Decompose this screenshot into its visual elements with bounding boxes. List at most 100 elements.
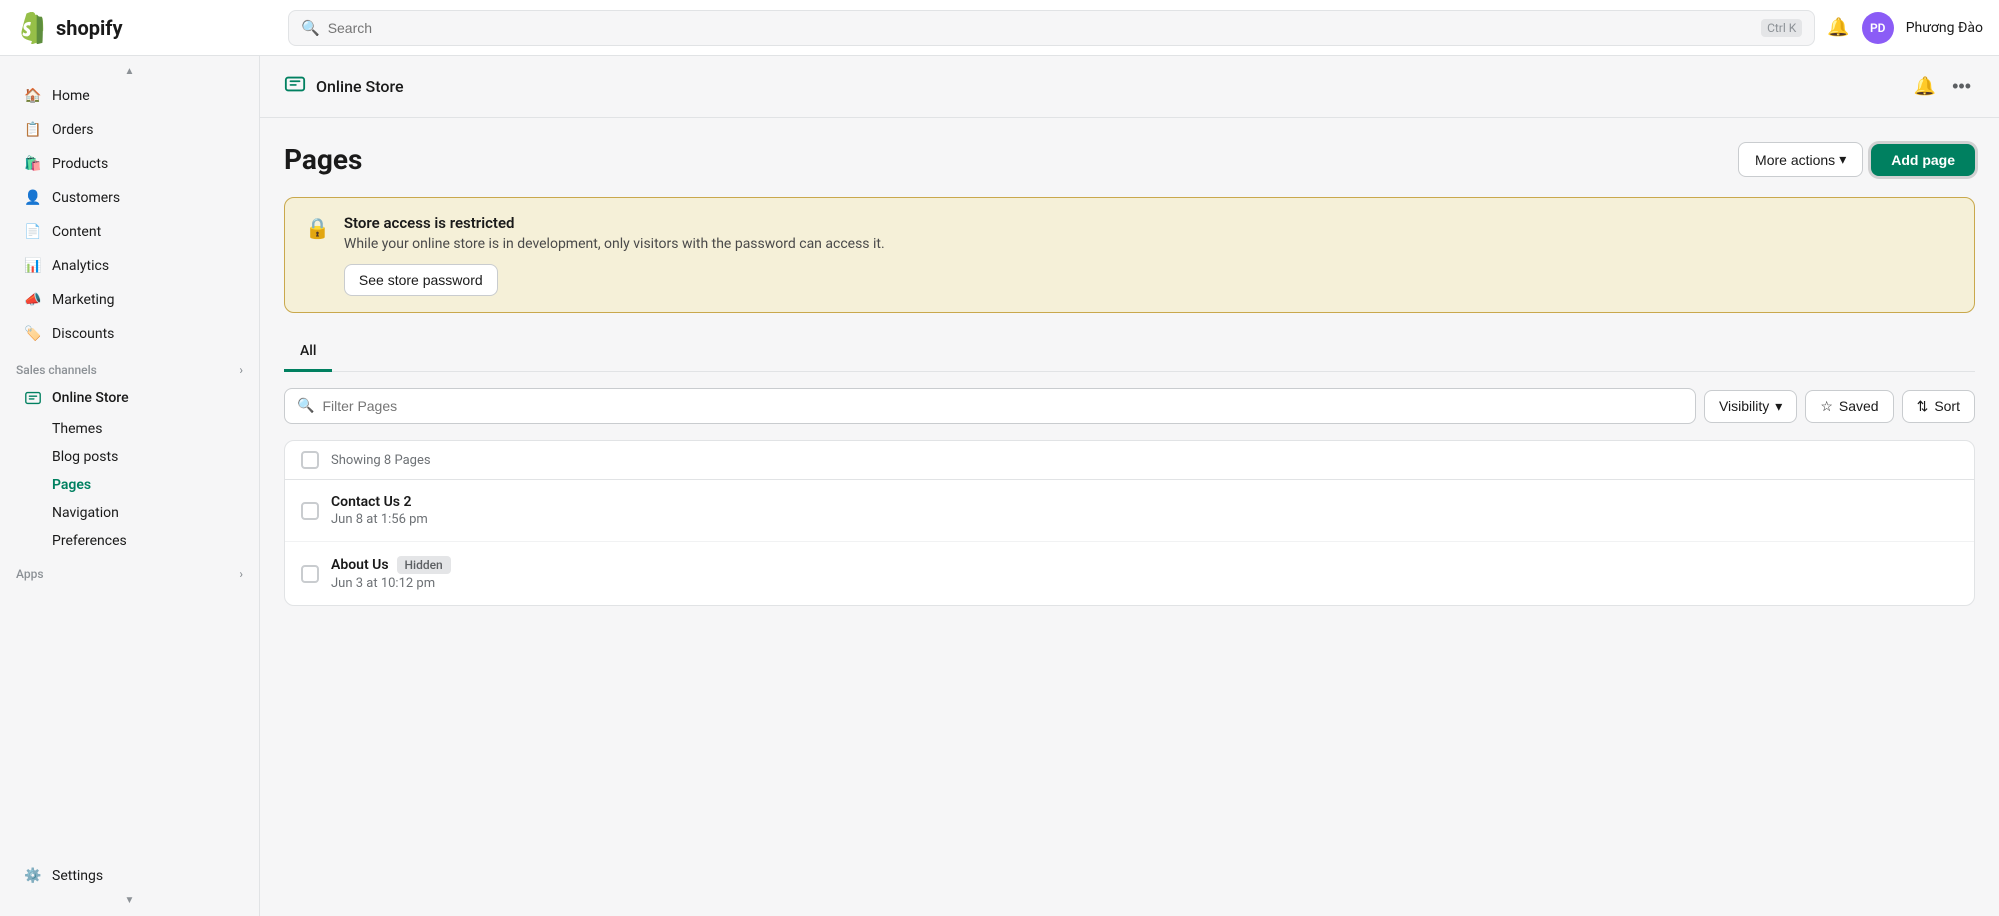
filter-search-icon: 🔍 (297, 398, 314, 414)
header-right: 🔔 PD Phương Đào (1827, 12, 1983, 44)
search-icon: 🔍 (301, 19, 320, 37)
online-store-header-icon (284, 73, 306, 100)
online-store-subheader: Online Store 🔔 ••• (260, 56, 1999, 118)
apps-label: Apps › (0, 555, 259, 585)
sidebar-sub-item-navigation[interactable]: Navigation (8, 499, 251, 527)
apps-chevron-right-icon[interactable]: › (239, 567, 243, 581)
row-content-contact-us-2: Contact Us 2 Jun 8 at 1:56 pm (331, 494, 1958, 527)
search-shortcut: Ctrl K (1761, 19, 1802, 37)
pages-header: Pages More actions ▾ Add page (284, 142, 1975, 177)
hidden-badge: Hidden (397, 556, 451, 574)
chevron-down-icon: ▾ (1839, 151, 1846, 168)
tabs-row: All (284, 333, 1975, 372)
sidebar-item-online-store[interactable]: Online Store (8, 381, 251, 415)
add-page-button[interactable]: Add page (1871, 144, 1975, 176)
sidebar-scroll-up: ▲ (0, 64, 259, 79)
themes-label: Themes (52, 421, 102, 437)
row-content-about-us: About Us Hidden Jun 3 at 10:12 pm (331, 556, 1958, 591)
sidebar-item-discounts[interactable]: 🏷️ Discounts (8, 317, 251, 351)
sidebar-item-marketing[interactable]: 📣 Marketing (8, 283, 251, 317)
online-store-header-title: Online Store (316, 77, 404, 96)
discounts-icon: 🏷️ (24, 325, 42, 343)
filter-pages-input[interactable] (322, 398, 1683, 414)
sidebar-item-home[interactable]: 🏠 Home (8, 79, 251, 113)
user-name: Phương Đào (1906, 20, 1983, 36)
row-checkbox-about-us[interactable] (301, 565, 319, 583)
sidebar-scroll-down: ▼ (0, 893, 259, 908)
sidebar-sub-item-preferences[interactable]: Preferences (8, 527, 251, 555)
content-icon: 📄 (24, 223, 42, 241)
sidebar-item-label: Orders (52, 122, 94, 138)
blog-posts-label: Blog posts (52, 449, 118, 465)
sidebar-item-label: Content (52, 224, 101, 240)
table-row[interactable]: Contact Us 2 Jun 8 at 1:56 pm (285, 480, 1974, 542)
sidebar-item-content[interactable]: 📄 Content (8, 215, 251, 249)
sidebar-item-label: Discounts (52, 326, 114, 342)
sidebar-item-products[interactable]: 🛍️ Products (8, 147, 251, 181)
sort-icon: ⇅ (1917, 398, 1929, 415)
online-store-icon (24, 389, 42, 407)
products-icon: 🛍️ (24, 155, 42, 173)
row-date-contact-us-2: Jun 8 at 1:56 pm (331, 512, 1958, 527)
search-input[interactable] (328, 20, 1753, 36)
see-store-password-button[interactable]: See store password (344, 264, 498, 296)
sort-button[interactable]: ⇅ Sort (1902, 390, 1975, 423)
settings-icon: ⚙️ (24, 867, 42, 885)
bell-icon[interactable]: 🔔 (1827, 17, 1849, 38)
orders-icon: 📋 (24, 121, 42, 139)
more-options-button[interactable]: ••• (1948, 72, 1975, 101)
pages-actions: More actions ▾ Add page (1738, 142, 1975, 177)
chevron-right-icon[interactable]: › (239, 363, 243, 377)
shopify-wordmark: shopify (56, 16, 123, 40)
tab-all[interactable]: All (284, 333, 332, 372)
sidebar-item-label: Settings (52, 868, 103, 884)
alert-text-area: Store access is restricted While your on… (344, 214, 1954, 296)
saved-button[interactable]: ☆ Saved (1805, 390, 1893, 423)
visibility-label: Visibility (1719, 398, 1769, 414)
avatar: PD (1862, 12, 1894, 44)
sidebar-item-label: Home (52, 88, 90, 104)
sidebar-item-orders[interactable]: 📋 Orders (8, 113, 251, 147)
sidebar-item-label: Marketing (52, 292, 115, 308)
page-title: Pages (284, 143, 362, 176)
select-all-checkbox[interactable] (301, 451, 319, 469)
header-actions-right: 🔔 ••• (1910, 72, 1975, 101)
store-bell-icon-button[interactable]: 🔔 (1910, 72, 1940, 101)
sidebar-sub-item-blog-posts[interactable]: Blog posts (8, 443, 251, 471)
content-area: Online Store 🔔 ••• Pages More actions ▾ … (260, 56, 1999, 916)
row-date-about-us: Jun 3 at 10:12 pm (331, 576, 1958, 591)
search-bar[interactable]: 🔍 Ctrl K (288, 10, 1815, 46)
saved-label: Saved (1839, 398, 1879, 414)
visibility-button[interactable]: Visibility ▾ (1704, 390, 1797, 423)
preferences-label: Preferences (52, 533, 127, 549)
logo-area: shopify (16, 12, 276, 44)
navigation-label: Navigation (52, 505, 119, 521)
alert-description: While your online store is in developmen… (344, 236, 1954, 252)
filter-input-wrap[interactable]: 🔍 (284, 388, 1696, 424)
pages-table: Showing 8 Pages Contact Us 2 Jun 8 at 1:… (284, 440, 1975, 606)
sidebar-sub-item-pages[interactable]: Pages (8, 471, 251, 499)
pages-content: Pages More actions ▾ Add page 🔒 Store ac… (260, 118, 1999, 630)
row-title-about-us: About Us Hidden (331, 556, 1958, 574)
sidebar-item-customers[interactable]: 👤 Customers (8, 181, 251, 215)
sidebar-item-label: Online Store (52, 390, 129, 406)
marketing-icon: 📣 (24, 291, 42, 309)
sidebar-item-settings[interactable]: ⚙️ Settings (8, 859, 251, 893)
row-checkbox-contact-us-2[interactable] (301, 502, 319, 520)
visibility-chevron-down-icon: ▾ (1775, 398, 1782, 415)
showing-count: Showing 8 Pages (331, 453, 431, 468)
alert-title: Store access is restricted (344, 214, 1954, 232)
sidebar: ▲ 🏠 Home 📋 Orders 🛍️ Products 👤 Customer… (0, 56, 260, 916)
sidebar-item-label: Analytics (52, 258, 109, 274)
shopify-logo-icon (16, 12, 48, 44)
customers-icon: 👤 (24, 189, 42, 207)
sidebar-sub-item-themes[interactable]: Themes (8, 415, 251, 443)
more-actions-button[interactable]: More actions ▾ (1738, 142, 1863, 177)
analytics-icon: 📊 (24, 257, 42, 275)
sidebar-item-analytics[interactable]: 📊 Analytics (8, 249, 251, 283)
top-header: shopify 🔍 Ctrl K 🔔 PD Phương Đào (0, 0, 1999, 56)
sort-label: Sort (1934, 398, 1960, 414)
table-row[interactable]: About Us Hidden Jun 3 at 10:12 pm (285, 542, 1974, 605)
store-access-alert: 🔒 Store access is restricted While your … (284, 197, 1975, 313)
row-title-contact-us-2: Contact Us 2 (331, 494, 1958, 510)
